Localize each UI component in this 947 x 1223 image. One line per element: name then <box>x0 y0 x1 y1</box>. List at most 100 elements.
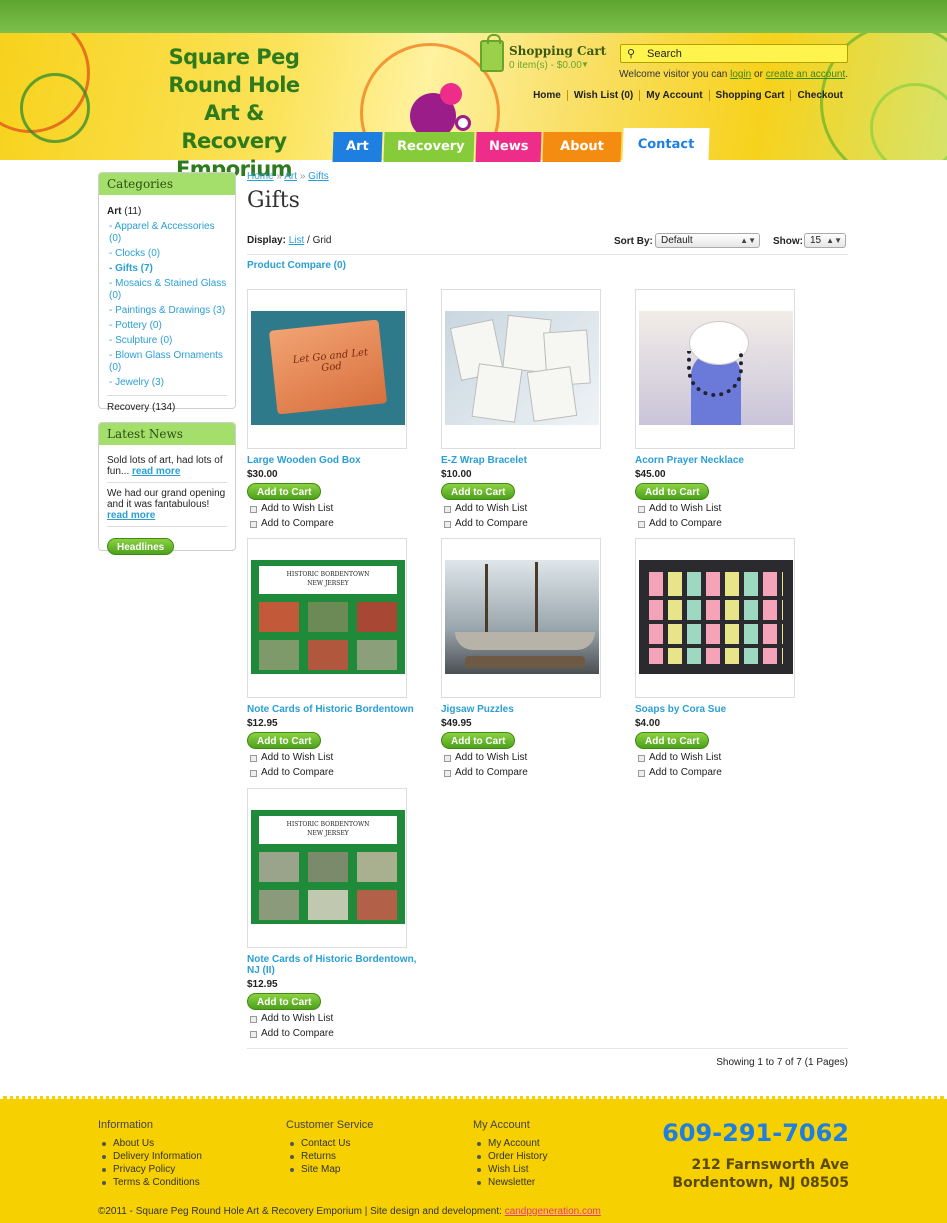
display-grid[interactable]: / Grid <box>307 235 331 246</box>
product-card: E-Z Wrap Bracelet $10.00 Add to Cart Add… <box>441 289 611 530</box>
headlines-button[interactable]: Headlines <box>107 538 175 555</box>
breadcrumb-gifts[interactable]: Gifts <box>308 171 329 182</box>
breadcrumb-art[interactable]: Art <box>284 171 297 182</box>
add-to-cart-button[interactable]: Add to Cart <box>441 483 516 500</box>
add-to-wishlist-link[interactable]: Add to Wish List <box>247 1013 417 1025</box>
cart-info[interactable]: 0 item(s) - $0.00 <box>509 60 582 71</box>
add-to-compare-link[interactable]: Add to Compare <box>247 518 417 530</box>
tab-about-us[interactable]: About us <box>542 132 622 184</box>
add-to-cart-button[interactable]: Add to Cart <box>635 483 710 500</box>
search-icon[interactable]: ⚲ <box>627 47 635 60</box>
footer-link-about[interactable]: About Us <box>98 1137 202 1150</box>
product-image: HISTORIC BORDENTOWN NEW JERSEY <box>251 810 405 924</box>
add-to-compare-link[interactable]: Add to Compare <box>635 518 805 530</box>
add-to-cart-button[interactable]: Add to Cart <box>247 483 322 500</box>
footer-link-my-account[interactable]: My Account <box>473 1137 547 1150</box>
add-to-compare-link[interactable]: Add to Compare <box>247 767 417 779</box>
cart-dropdown-icon[interactable]: ▼ <box>581 60 589 69</box>
cart-title[interactable]: Shopping Cart <box>509 44 606 58</box>
category-art[interactable]: Art (11) <box>107 206 227 217</box>
create-account-link[interactable]: create an account <box>766 69 846 80</box>
footer-link-sitemap[interactable]: Site Map <box>286 1163 373 1176</box>
sort-label: Sort By: <box>614 236 653 247</box>
product-thumb[interactable] <box>635 538 795 698</box>
category-mosaics[interactable]: - Mosaics & Stained Glass (0) <box>107 278 227 302</box>
add-to-wishlist-link[interactable]: Add to Wish List <box>441 752 611 764</box>
breadcrumb-home[interactable]: Home <box>247 171 274 182</box>
add-to-cart-button[interactable]: Add to Cart <box>441 732 516 749</box>
add-to-compare-link[interactable]: Add to Compare <box>441 767 611 779</box>
product-name[interactable]: E-Z Wrap Bracelet <box>441 455 611 466</box>
add-to-compare-link[interactable]: Add to Compare <box>441 518 611 530</box>
nav-home[interactable]: Home <box>527 90 567 101</box>
footer-link-delivery[interactable]: Delivery Information <box>98 1150 202 1163</box>
category-gifts[interactable]: - Gifts (7) <box>107 263 227 275</box>
category-clocks[interactable]: - Clocks (0) <box>107 248 227 260</box>
footer-link-terms[interactable]: Terms & Conditions <box>98 1176 202 1189</box>
product-card: Let Go and Let God Large Wooden God Box … <box>247 289 417 530</box>
category-paintings[interactable]: - Paintings & Drawings (3) <box>107 305 227 317</box>
product-name[interactable]: Acorn Prayer Necklace <box>635 455 805 466</box>
category-apparel[interactable]: - Apparel & Accessories (0) <box>107 221 227 245</box>
footer-link-newsletter[interactable]: Newsletter <box>473 1176 547 1189</box>
shopping-bag-icon[interactable] <box>480 34 504 72</box>
decor-swirl <box>20 73 90 143</box>
add-to-wishlist-link[interactable]: Add to Wish List <box>635 752 805 764</box>
read-more-link[interactable]: read more <box>132 466 180 477</box>
nav-checkout[interactable]: Checkout <box>790 90 849 101</box>
add-to-cart-button[interactable]: Add to Cart <box>635 732 710 749</box>
product-thumb[interactable] <box>635 289 795 449</box>
product-name[interactable]: Note Cards of Historic Bordentown <box>247 704 417 715</box>
category-jewelry[interactable]: - Jewelry (3) <box>107 377 227 389</box>
add-to-compare-link[interactable]: Add to Compare <box>247 1028 417 1040</box>
news-item: We had our grand opening and it was fant… <box>107 488 227 527</box>
footer-link-returns[interactable]: Returns <box>286 1150 373 1163</box>
add-to-wishlist-link[interactable]: Add to Wish List <box>635 503 805 515</box>
product-image <box>639 311 793 425</box>
search-input[interactable] <box>645 45 845 62</box>
tab-art[interactable]: Art <box>332 132 383 162</box>
category-pottery[interactable]: - Pottery (0) <box>107 320 227 332</box>
footer-link-order-history[interactable]: Order History <box>473 1150 547 1163</box>
product-name[interactable]: Note Cards of Historic Bordentown, NJ (I… <box>247 954 417 976</box>
welcome-prefix: Welcome visitor you can <box>619 69 728 80</box>
footer-link-privacy[interactable]: Privacy Policy <box>98 1163 202 1176</box>
tab-recovery[interactable]: Recovery <box>383 132 475 162</box>
product-thumb[interactable]: HISTORIC BORDENTOWN NEW JERSEY <box>247 538 407 698</box>
login-link[interactable]: login <box>730 69 751 80</box>
add-to-cart-button[interactable]: Add to Cart <box>247 993 322 1010</box>
product-name[interactable]: Soaps by Cora Sue <box>635 704 805 715</box>
address-line: 212 Farnsworth Ave <box>691 1157 849 1173</box>
tab-contact[interactable]: Contact <box>622 128 710 162</box>
product-name[interactable]: Large Wooden God Box <box>247 455 417 466</box>
site-logo[interactable]: Square Peg Round Hole Art & Recovery Emp… <box>150 43 318 183</box>
developer-link[interactable]: candpgeneration.com <box>505 1206 601 1217</box>
category-blown-glass[interactable]: - Blown Glass Ornaments (0) <box>107 350 227 374</box>
nav-shopping-cart[interactable]: Shopping Cart <box>708 90 791 101</box>
footer-link-contact[interactable]: Contact Us <box>286 1137 373 1150</box>
add-to-wishlist-link[interactable]: Add to Wish List <box>247 752 417 764</box>
product-thumb[interactable]: HISTORIC BORDENTOWN NEW JERSEY <box>247 788 407 948</box>
product-thumb[interactable] <box>441 289 601 449</box>
product-name[interactable]: Jigsaw Puzzles <box>441 704 611 715</box>
product-image: HISTORIC BORDENTOWN NEW JERSEY <box>251 560 405 674</box>
add-to-wishlist-link[interactable]: Add to Wish List <box>247 503 417 515</box>
product-thumb[interactable]: Let Go and Let God <box>247 289 407 449</box>
add-to-compare-link[interactable]: Add to Compare <box>635 767 805 779</box>
show-select[interactable]: 15 ▲▼ <box>804 233 846 248</box>
divider <box>247 1048 848 1049</box>
product-compare-link[interactable]: Product Compare (0) <box>247 260 346 271</box>
add-to-cart-button[interactable]: Add to Cart <box>247 732 322 749</box>
nav-wishlist[interactable]: Wish List (0) <box>566 90 639 101</box>
add-to-wishlist-link[interactable]: Add to Wish List <box>441 503 611 515</box>
tab-news[interactable]: News <box>475 132 542 162</box>
category-sculpture[interactable]: - Sculpture (0) <box>107 335 227 347</box>
pagination-info: Showing 1 to 7 of 7 (1 Pages) <box>716 1057 848 1068</box>
product-thumb[interactable] <box>441 538 601 698</box>
sort-select[interactable]: Default ▲▼ <box>655 233 760 248</box>
nav-my-account[interactable]: My Account <box>639 90 708 101</box>
footer-link-wishlist[interactable]: Wish List <box>473 1163 547 1176</box>
read-more-link[interactable]: read more <box>107 510 155 521</box>
display-list-link[interactable]: List <box>289 235 305 246</box>
category-recovery[interactable]: Recovery (134) <box>107 402 227 413</box>
